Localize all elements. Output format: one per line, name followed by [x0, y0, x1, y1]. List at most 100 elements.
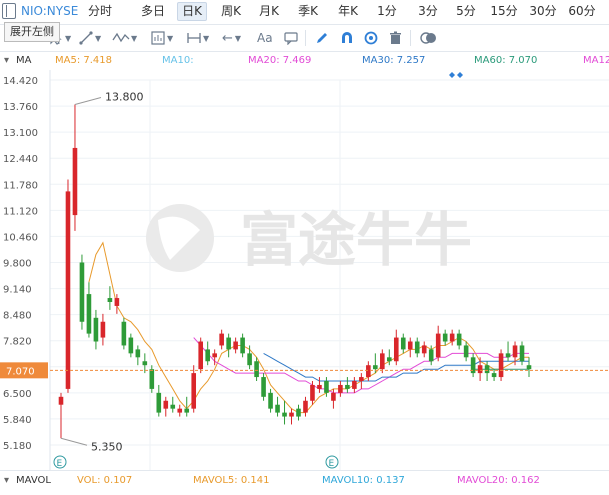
candle-body[interactable] — [352, 381, 357, 389]
candle-body[interactable] — [247, 353, 252, 366]
tab-7[interactable]: 年K — [334, 2, 362, 21]
tab-10[interactable]: 5分 — [451, 2, 481, 21]
candle-body[interactable] — [317, 384, 322, 389]
candle-body[interactable] — [310, 384, 315, 401]
trash-icon[interactable] — [389, 30, 402, 46]
candle-body[interactable] — [463, 345, 469, 358]
mavol-label: MAVOL — [16, 475, 51, 486]
tab-1[interactable]: 分时 — [83, 2, 117, 21]
candle-body[interactable] — [303, 400, 308, 413]
candle-body[interactable] — [359, 377, 364, 382]
candle-body[interactable] — [58, 396, 64, 405]
candle-body[interactable] — [184, 408, 190, 413]
wave-pattern-icon[interactable]: ▼ — [112, 30, 137, 46]
trendline-icon[interactable]: ▼ — [78, 30, 101, 46]
measure-icon[interactable]: ▼ — [186, 30, 209, 46]
candle-body[interactable] — [296, 408, 301, 417]
candle-body[interactable] — [205, 349, 210, 362]
candle-body[interactable] — [442, 333, 448, 342]
candle-body[interactable] — [414, 341, 420, 354]
candle-body[interactable] — [366, 365, 371, 378]
candle-body[interactable] — [163, 400, 169, 409]
tab-6[interactable]: 季K — [294, 2, 322, 21]
text-tool-button[interactable]: Aa — [257, 30, 273, 46]
candle-body[interactable] — [149, 369, 155, 389]
candle-body[interactable] — [421, 345, 427, 354]
candle-body[interactable] — [519, 345, 525, 362]
tab-5[interactable]: 月K — [255, 2, 283, 21]
candle-body[interactable] — [261, 377, 266, 397]
tab-8[interactable]: 1分 — [373, 2, 401, 21]
candle-body[interactable] — [345, 384, 350, 389]
candle-body[interactable] — [338, 384, 343, 393]
candle-body[interactable] — [72, 147, 78, 216]
candle-body[interactable] — [219, 333, 224, 346]
candle-body[interactable] — [407, 341, 413, 350]
candle-body[interactable] — [484, 365, 490, 374]
candle-body[interactable] — [240, 337, 245, 354]
candle-body[interactable] — [373, 365, 378, 370]
candle-body[interactable] — [93, 317, 99, 342]
candle-body[interactable] — [135, 349, 141, 358]
candle-body[interactable] — [449, 333, 455, 342]
ma-collapse-icon[interactable]: ▾ — [4, 55, 9, 66]
collapse-sidebar-icon[interactable] — [2, 3, 16, 19]
eye-icon[interactable] — [364, 30, 378, 46]
candle-body[interactable] — [498, 353, 504, 378]
tab-9[interactable]: 3分 — [413, 2, 443, 21]
candle-body[interactable] — [268, 392, 273, 409]
candle-body[interactable] — [212, 353, 217, 358]
candle-body[interactable] — [456, 333, 462, 346]
candle-body[interactable] — [477, 365, 483, 374]
candle-body[interactable] — [114, 298, 120, 306]
indicator-icon[interactable]: ▼ — [150, 30, 173, 46]
candle-body[interactable] — [100, 321, 106, 338]
magnet-icon[interactable] — [340, 30, 354, 46]
pen-icon[interactable] — [315, 30, 329, 46]
candle-body[interactable] — [233, 341, 238, 350]
candle-body[interactable] — [331, 392, 336, 401]
candle-body[interactable] — [526, 365, 532, 370]
candle-body[interactable] — [435, 333, 441, 358]
candle-body[interactable] — [65, 191, 71, 389]
drawing-toolbar: ▼ ▼ ▼ ▼ ▼ ← ▼ Aa — [0, 25, 609, 52]
candle-body[interactable] — [177, 408, 183, 413]
candle-body[interactable] — [156, 392, 162, 413]
low-annotation: 5.350 — [91, 440, 123, 453]
tab-12[interactable]: 30分 — [527, 2, 559, 21]
mavol-collapse-icon[interactable]: ▾ — [4, 475, 9, 486]
candle-body[interactable] — [512, 345, 518, 358]
candle-body[interactable] — [393, 337, 399, 362]
candle-body[interactable] — [198, 341, 204, 370]
tab-4[interactable]: 周K — [217, 2, 245, 21]
tab-3[interactable]: 日K — [177, 2, 207, 21]
candle-body[interactable] — [107, 298, 113, 303]
tab-2[interactable]: 多日 — [138, 2, 168, 21]
comment-icon[interactable] — [284, 30, 298, 46]
candle-body[interactable] — [170, 404, 176, 409]
candle-body[interactable] — [282, 412, 287, 417]
candle-body[interactable] — [226, 337, 231, 350]
candle-body[interactable] — [380, 353, 385, 370]
candle-body[interactable] — [191, 373, 197, 409]
arrow-left-icon[interactable]: ← ▼ — [222, 30, 241, 46]
candle-body[interactable] — [254, 361, 259, 378]
candle-body[interactable] — [275, 404, 280, 413]
candle-body[interactable] — [128, 337, 134, 354]
candle-body[interactable] — [289, 412, 294, 417]
candle-body[interactable] — [79, 262, 85, 322]
candle-body[interactable] — [428, 349, 434, 362]
candle-body[interactable] — [400, 337, 406, 350]
candle-body[interactable] — [142, 361, 148, 366]
candle-body[interactable] — [121, 321, 127, 346]
candle-body[interactable] — [86, 294, 92, 334]
price-tick-label: 10.460 — [3, 232, 38, 243]
tab-11[interactable]: 15分 — [487, 2, 521, 21]
candle-body[interactable] — [505, 353, 511, 358]
toggle-icon[interactable] — [420, 30, 438, 46]
candle-body[interactable] — [386, 357, 392, 362]
candlestick-chart[interactable]: 14.420 13.760 13.100 12.440 11.780 11.120 10.4… — [0, 70, 609, 470]
candle-body[interactable] — [324, 381, 329, 393]
candle-body[interactable] — [491, 373, 497, 378]
tab-13[interactable]: 60分 — [565, 2, 599, 21]
